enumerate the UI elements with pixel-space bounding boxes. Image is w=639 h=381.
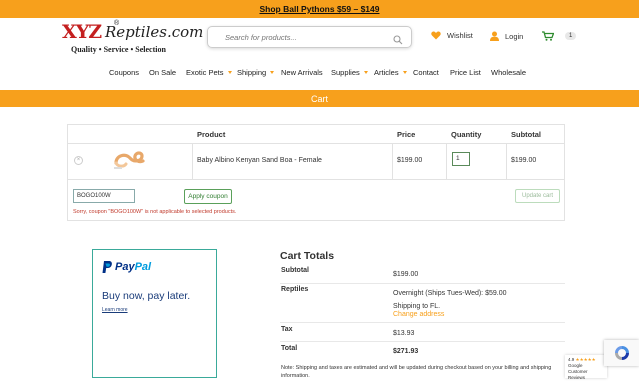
recaptcha-icon	[614, 346, 629, 360]
page-title-bar: Cart	[0, 90, 639, 107]
recaptcha-badge[interactable]	[604, 340, 639, 366]
product-name-link[interactable]: Baby Albino Kenyan Sand Boa - Female	[197, 157, 322, 164]
nav-item-shipping[interactable]: Shipping	[237, 68, 275, 77]
cart-totals-title: Cart Totals	[280, 250, 335, 262]
search-box[interactable]	[207, 26, 412, 48]
change-address-link[interactable]: Change address	[393, 311, 444, 318]
tax-label: Tax	[281, 326, 293, 333]
logo-tagline: Quality • Service • Selection	[71, 45, 166, 54]
chevron-down-icon	[402, 71, 407, 74]
nav-item-exotic-pets[interactable]: Exotic Pets	[186, 68, 232, 77]
apply-coupon-button[interactable]: Apply coupon	[184, 189, 232, 204]
heart-icon	[431, 31, 441, 40]
star-rating-icon: ★★★★★	[575, 357, 596, 362]
cart-link[interactable]: 1	[542, 31, 577, 41]
search-input[interactable]	[225, 32, 395, 42]
user-icon	[490, 31, 499, 41]
main-nav: Coupons On Sale Exotic Pets Shipping New…	[0, 68, 639, 80]
search-icon[interactable]	[393, 32, 403, 50]
shipping-label: Reptiles	[281, 286, 309, 293]
divider	[280, 322, 565, 323]
paypal-logo: PayPal	[102, 261, 151, 273]
promo-link[interactable]: Shop Ball Pythons $59 – $149	[260, 4, 380, 14]
paypal-learn-more-link[interactable]: Learn more	[102, 307, 128, 313]
nav-item-price-list[interactable]: Price List	[450, 68, 481, 77]
chevron-down-icon	[270, 71, 275, 74]
chevron-down-icon	[227, 71, 232, 74]
shipping-method[interactable]: Overnight (Ships Tues-Wed): $59.00	[393, 290, 506, 297]
nav-item-contact[interactable]: Contact	[413, 68, 439, 77]
chevron-down-icon	[363, 71, 368, 74]
tax-value: $13.93	[393, 330, 415, 337]
subtotal-label: Subtotal	[281, 267, 309, 274]
cart-count-badge: 1	[565, 32, 577, 40]
divider	[446, 143, 447, 179]
coupon-error-message: Sorry, coupon "BOGO100W" is not applicab…	[73, 209, 237, 215]
wishlist-label: Wishlist	[447, 31, 473, 40]
column-header-quantity: Quantity	[451, 130, 482, 139]
coupon-code-input[interactable]: BOGO100W	[73, 189, 135, 203]
nav-item-new-arrivals[interactable]: New Arrivals	[281, 68, 323, 77]
product-subtotal: $199.00	[511, 157, 537, 164]
paypal-headline: Buy now, pay later.	[102, 290, 191, 302]
cart-table: Product Price Quantity Subtotal × Baby A…	[67, 124, 565, 221]
wishlist-link[interactable]: Wishlist	[431, 31, 473, 40]
product-thumbnail[interactable]	[112, 149, 148, 171]
google-reviews-badge[interactable]: 4.9 ★★★★★ Google Customer Reviews	[565, 355, 607, 380]
column-header-subtotal: Subtotal	[511, 130, 541, 139]
nav-item-articles[interactable]: Articles	[374, 68, 407, 77]
paypal-wordmark: PayPal	[115, 261, 152, 273]
promo-bar: Shop Ball Pythons $59 – $149	[0, 0, 639, 18]
divider	[68, 179, 564, 180]
update-cart-button[interactable]: Update cart	[515, 189, 560, 203]
product-price: $199.00	[397, 157, 423, 164]
nav-item-supplies[interactable]: Supplies	[331, 68, 368, 77]
divider	[192, 143, 193, 179]
remove-item-icon[interactable]: ×	[74, 156, 83, 165]
logo-xyz: XYZ	[62, 21, 102, 43]
nav-item-on-sale[interactable]: On Sale	[149, 68, 176, 77]
reviews-rating: 4.9	[568, 357, 575, 362]
nav-item-coupons[interactable]: Coupons	[109, 68, 139, 77]
divider	[280, 341, 565, 342]
paypal-icon	[102, 261, 112, 273]
divider	[506, 143, 507, 179]
column-header-price: Price	[397, 130, 416, 139]
login-label: Login	[505, 31, 524, 41]
quantity-input[interactable]: 1	[452, 152, 470, 166]
logo-reptiles: Reptiles.com	[105, 23, 204, 41]
login-link[interactable]: Login	[490, 31, 523, 41]
shipping-destination: Shipping to FL.	[393, 303, 441, 310]
paypal-banner[interactable]: PayPal Buy now, pay later. Learn more	[92, 249, 217, 378]
reviews-line-customer: Customer Reviews	[568, 369, 588, 380]
column-header-product: Product	[197, 130, 226, 139]
nav-item-wholesale[interactable]: Wholesale	[491, 68, 526, 77]
total-label: Total	[281, 345, 298, 352]
cart-icon	[542, 31, 554, 41]
page-title: Cart	[310, 93, 328, 104]
divider	[392, 143, 393, 179]
total-value: $271.93	[393, 348, 419, 355]
divider	[68, 143, 564, 144]
subtotal-value: $199.00	[393, 271, 419, 278]
divider	[280, 283, 565, 284]
site-logo[interactable]: XYZ ® Reptiles.com Quality • Service • S…	[62, 20, 203, 55]
